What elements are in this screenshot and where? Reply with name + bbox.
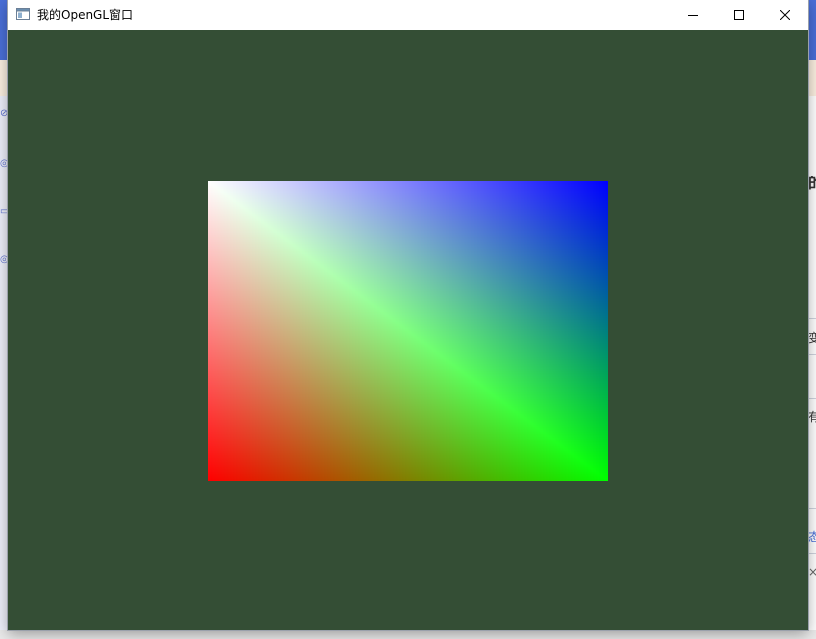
background-link-fragment: 态 — [808, 530, 816, 544]
opengl-window: 我的OpenGL窗口 — [8, 0, 808, 630]
close-icon — [780, 10, 790, 20]
opengl-viewport[interactable] — [8, 30, 808, 630]
background-divider — [808, 553, 816, 554]
minimize-icon — [688, 15, 698, 16]
color-gradient-quad — [208, 181, 608, 481]
background-sidebar — [0, 96, 8, 639]
background-heading-fragment: 的 — [808, 176, 816, 190]
background-close-fragment: × — [808, 565, 816, 579]
title-bar[interactable]: 我的OpenGL窗口 — [8, 0, 808, 30]
background-sidebar-icon: ◎ — [0, 158, 8, 169]
background-sidebar-icon: ▭ — [0, 206, 8, 217]
window-app-icon — [16, 8, 30, 20]
background-bottom-area — [0, 630, 816, 639]
background-divider — [808, 318, 816, 319]
background-sidebar-icon: ⊘ — [0, 108, 8, 119]
maximize-button[interactable] — [716, 0, 762, 30]
background-divider — [808, 398, 816, 399]
background-text-fragment: 有 — [808, 410, 816, 424]
maximize-icon — [734, 10, 744, 20]
background-divider — [808, 354, 816, 355]
close-button[interactable] — [762, 0, 808, 30]
background-divider — [808, 508, 816, 509]
background-text-fragment: 变 — [808, 331, 816, 345]
minimize-button[interactable] — [670, 0, 716, 30]
background-sidebar-icon: ◎ — [0, 254, 8, 265]
window-title: 我的OpenGL窗口 — [37, 8, 134, 22]
